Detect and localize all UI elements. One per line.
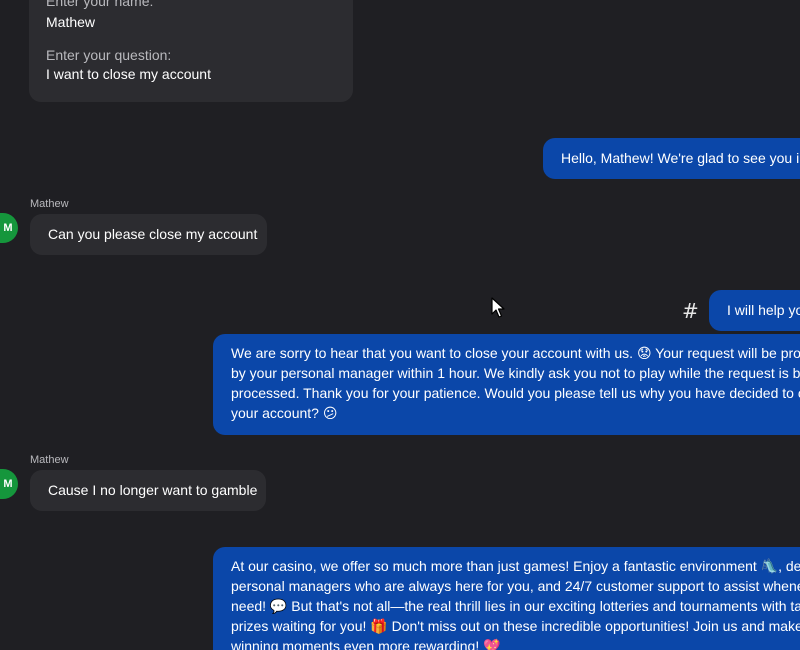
sender-name: Mathew	[30, 198, 69, 210]
help-text: I will help yo	[727, 302, 800, 318]
greeting-message: Hello, Mathew! We're glad to see you in	[543, 138, 800, 179]
question-value: I want to close my account	[46, 66, 211, 82]
name-label: Enter your name:	[46, 0, 154, 9]
pre-chat-form-card: Enter your name: Mathew Enter your quest…	[29, 0, 353, 102]
promo-line: At our casino, we offer so much more tha…	[231, 558, 800, 574]
avatar: M	[0, 213, 18, 243]
user-message-text: Can you please close my account	[48, 226, 258, 242]
user-message-text: Cause I no longer want to gamble	[48, 482, 258, 498]
promo-line: need! 💬 But that's not all—the real thri…	[231, 598, 800, 614]
mouse-cursor-icon	[491, 297, 505, 318]
promo-line: personal managers who are always here fo…	[231, 578, 800, 594]
promo-line: winning moments even more rewarding! 💖	[231, 638, 501, 650]
reply-line: by your personal manager within 1 hour. …	[231, 365, 800, 381]
name-value: Mathew	[46, 14, 96, 30]
question-label: Enter your question:	[46, 47, 172, 63]
avatar: M	[0, 469, 18, 499]
promo-line: prizes waiting for you! 🎁 Don't miss out…	[231, 618, 800, 634]
user-message: Cause I no longer want to gamble	[30, 470, 266, 511]
help-message: I will help yo	[709, 290, 800, 331]
hash-icon[interactable]: #	[682, 300, 699, 322]
reply-line: processed. Thank you for your patience. …	[231, 385, 800, 401]
reply-line: We are sorry to hear that you want to cl…	[231, 345, 800, 361]
reply-line: your account? 😕	[231, 405, 338, 421]
sender-name: Mathew	[30, 454, 69, 466]
casino-promo-message: At our casino, we offer so much more tha…	[213, 547, 800, 650]
greeting-text: Hello, Mathew! We're glad to see you in	[561, 150, 800, 166]
user-message: Can you please close my account	[30, 214, 267, 255]
chat-window: Enter your name: Mathew Enter your quest…	[0, 0, 800, 650]
close-account-reply: We are sorry to hear that you want to cl…	[213, 334, 800, 435]
